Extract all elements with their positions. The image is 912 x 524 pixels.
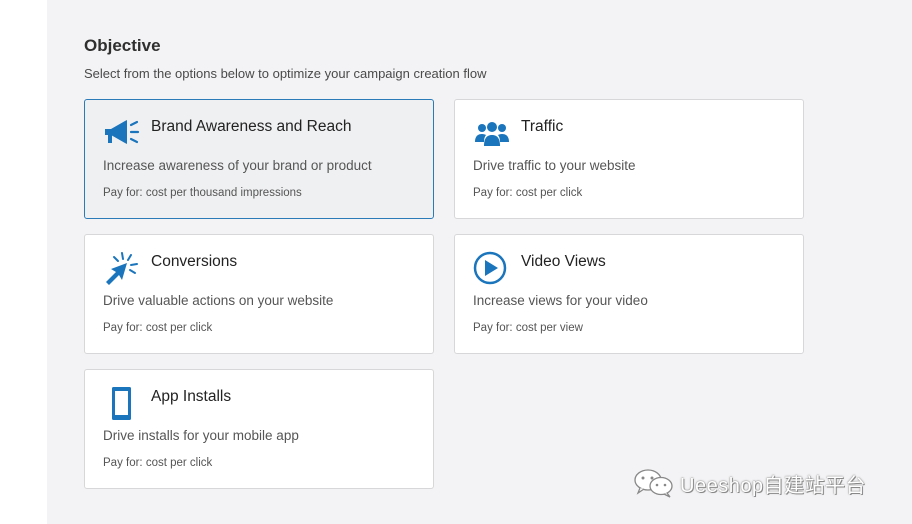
option-title: Video Views	[521, 253, 606, 270]
option-pay-for: Pay for: cost per click	[473, 187, 583, 199]
wechat-icon	[632, 468, 676, 498]
option-description: Increase awareness of your brand or prod…	[103, 158, 372, 173]
option-pay-for: Pay for: cost per thousand impressions	[103, 187, 302, 199]
cursor-click-icon	[103, 251, 141, 285]
objective-card-traffic[interactable]: Traffic Drive traffic to your website Pa…	[454, 99, 804, 219]
megaphone-icon	[103, 116, 141, 150]
option-description: Drive traffic to your website	[473, 158, 636, 173]
option-title: Traffic	[521, 118, 564, 135]
option-description: Drive valuable actions on your website	[103, 293, 334, 308]
objective-card-app-installs[interactable]: App Installs Drive installs for your mob…	[84, 369, 434, 489]
option-description: Drive installs for your mobile app	[103, 428, 299, 443]
page-subtitle: Select from the options below to optimiz…	[84, 66, 487, 81]
mobile-phone-icon	[103, 386, 141, 420]
option-title: Brand Awareness and Reach	[151, 118, 352, 135]
option-pay-for: Pay for: cost per view	[473, 322, 583, 334]
option-title: Conversions	[151, 253, 238, 270]
objective-card-video-views[interactable]: Video Views Increase views for your vide…	[454, 234, 804, 354]
left-margin	[0, 0, 47, 524]
page-title: Objective	[84, 36, 161, 55]
option-title: App Installs	[151, 388, 232, 405]
option-description: Increase views for your video	[473, 293, 648, 308]
watermark: Ueeshop自建站平台	[632, 468, 866, 498]
objective-card-brand-awareness[interactable]: Brand Awareness and Reach Increase aware…	[84, 99, 434, 219]
option-pay-for: Pay for: cost per click	[103, 457, 213, 469]
people-icon	[473, 116, 511, 150]
objective-card-conversions[interactable]: Conversions Drive valuable actions on yo…	[84, 234, 434, 354]
watermark-text: Ueeshop自建站平台	[680, 474, 867, 497]
option-pay-for: Pay for: cost per click	[103, 322, 213, 334]
play-circle-icon	[473, 251, 511, 285]
